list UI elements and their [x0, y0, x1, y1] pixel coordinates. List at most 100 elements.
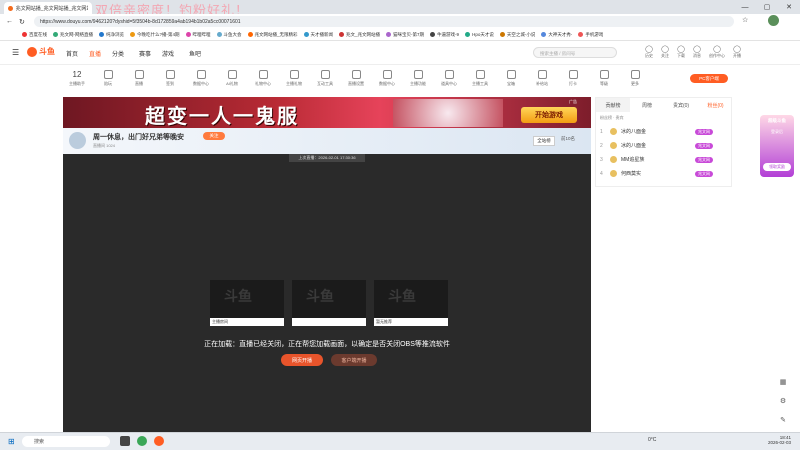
tool-icon[interactable]: ▦ — [780, 378, 787, 386]
close-icon[interactable]: ✕ — [778, 0, 800, 14]
feature-item[interactable]: 道具中心 — [435, 67, 463, 95]
bookmark-item[interactable]: 今晚吃什么?播-第4期 — [130, 32, 180, 38]
rank-row[interactable]: 1 冰的八面金 兆文网 — [596, 125, 733, 138]
video-player[interactable]: 上次直播：2026-02-01 17:30:36 斗鱼 主播房间 斗鱼 斗鱼 暂无推… — [63, 154, 591, 440]
user-nav-item[interactable]: ◯ 历史 — [645, 45, 653, 59]
maximize-icon[interactable]: ▢ — [756, 0, 778, 14]
star-icon[interactable]: ☆ — [742, 16, 748, 24]
url-field[interactable]: https://www.douyu.com/9462120?dyshid=5f3… — [34, 16, 734, 27]
user-nav-item[interactable]: ◯ 开播 — [733, 45, 741, 59]
nav-home[interactable]: 首页 — [66, 49, 78, 58]
bookmark-item[interactable]: 兆文_兆文网站播 — [339, 32, 380, 38]
tab-contribution[interactable]: 贡献榜 — [596, 98, 630, 112]
feature-item[interactable]: 数据中心 — [373, 67, 401, 95]
rank-name: 冰的八面金 — [621, 129, 647, 135]
browser-icon[interactable] — [137, 436, 147, 446]
client-live-button[interactable]: 客户端开播 — [331, 354, 377, 366]
rank-badge: 兆文网 — [695, 128, 713, 135]
widget-title: 超级斗鱼 — [768, 118, 786, 123]
bookmark-item[interactable]: 哔哩哔哩 — [185, 32, 211, 38]
start-icon[interactable]: ⊞ — [8, 437, 15, 446]
feature-item[interactable]: 主播功能 — [404, 67, 432, 95]
nav-games[interactable]: 游戏 — [162, 49, 174, 58]
feature-item[interactable]: 12 主播助手 — [63, 67, 91, 95]
menu-icon[interactable]: ☰ — [12, 48, 19, 57]
bookmark-item[interactable]: 兆文网站播_无限精彩 — [247, 32, 298, 38]
bookmark-item[interactable]: 手机游戏 — [578, 32, 603, 38]
feature-label: 数据中心 — [193, 81, 209, 86]
taskbar-search[interactable]: 搜索 — [22, 436, 110, 447]
promo-start-button[interactable]: 开始游戏 — [521, 107, 577, 123]
browser-tab[interactable]: 兆文网站播_兆文网站播_兆文网站 — [4, 2, 92, 14]
bookmark-item[interactable]: 斗鱼大会 — [216, 32, 242, 38]
promo-title: 超变一人一鬼服 — [145, 106, 299, 128]
recommend-card[interactable]: 斗鱼 主播房间 — [210, 280, 284, 326]
rank-button[interactable]: 全站榜 — [533, 136, 555, 146]
nav-live[interactable]: 直播 — [89, 49, 101, 58]
feature-item[interactable]: 等级 — [590, 67, 618, 95]
feature-item[interactable]: 礼物中心 — [249, 67, 277, 95]
user-nav-item[interactable]: ◯ 关注 — [661, 45, 669, 59]
nav-events[interactable]: 赛事 — [139, 49, 151, 58]
douyu-icon[interactable] — [154, 436, 164, 446]
reload-icon[interactable]: ↻ — [19, 18, 25, 26]
feature-item[interactable]: AI礼物 — [218, 67, 246, 95]
pc-client-button[interactable]: PC客户端 — [690, 74, 728, 83]
tab-fans[interactable]: 粉丝(0) — [698, 98, 733, 112]
web-live-button[interactable]: 网页开播 — [281, 354, 323, 366]
profile-avatar[interactable] — [768, 15, 779, 26]
floating-widget[interactable]: 超级斗鱼 登录后 领取奖励 — [760, 115, 794, 177]
bookmark-item[interactable]: 猫咪宝贝-第7期 — [386, 32, 424, 38]
follow-button[interactable]: 关注 — [203, 132, 225, 140]
feature-item[interactable]: 宝箱 — [497, 67, 525, 95]
widget-button[interactable]: 领取奖励 — [763, 163, 791, 171]
app-icon[interactable] — [120, 436, 130, 446]
tab-vip[interactable]: 贵宾(0) — [664, 98, 698, 112]
user-nav-item[interactable]: ◯ 下载 — [677, 45, 685, 59]
taskbar: ⊞ 搜索 0°C 18:41 2026-02-03 — [0, 432, 800, 450]
settings-icon[interactable]: ⚙ — [780, 397, 786, 405]
bookmark-item[interactable]: 兆文网-网络直播 — [53, 32, 93, 38]
bookmark-item[interactable]: 大神天才秀- — [541, 32, 572, 38]
bookmark-item[interactable]: 纯净浏览 — [99, 32, 124, 38]
feature-item[interactable]: 补给站 — [528, 67, 556, 95]
user-nav-item[interactable]: ◯ 消息 — [693, 45, 701, 59]
feature-item[interactable]: 数据中心 — [187, 67, 215, 95]
rank-row[interactable]: 3 MM追星族 兆文网 — [596, 153, 733, 166]
feature-item[interactable]: 直播 — [125, 67, 153, 95]
feature-label: 补给站 — [536, 81, 548, 86]
feature-item[interactable]: 主播礼物 — [280, 67, 308, 95]
feature-item[interactable]: 直播设置 — [342, 67, 370, 95]
tab-week[interactable]: 周榜 — [630, 98, 664, 112]
bookmark-item[interactable]: 百度在线 — [22, 32, 47, 38]
feature-label: 主播工具 — [472, 81, 488, 86]
feature-item[interactable]: 签到 — [156, 67, 184, 95]
nav-category[interactable]: 分类 — [112, 49, 124, 58]
bookmark-item[interactable]: Hpo天才说 — [465, 32, 494, 38]
rank-row[interactable]: 4 何西莫实 兆文网 — [596, 167, 733, 180]
feature-item[interactable]: 陪玩 — [94, 67, 122, 95]
bookmark-item[interactable]: 天才播新闻 — [303, 32, 333, 38]
feature-item[interactable]: 更多 — [621, 67, 649, 95]
edit-icon[interactable]: ✎ — [780, 416, 786, 424]
bookmark-item[interactable]: 天空之城-小说 — [499, 32, 535, 38]
rank-row[interactable]: 2 冰的八面金 兆文网 — [596, 139, 733, 152]
recommend-card[interactable]: 斗鱼 — [292, 280, 366, 326]
tab-favicon-icon — [8, 5, 13, 11]
feature-item[interactable]: 主播工具 — [466, 67, 494, 95]
nav-fishbar[interactable]: 鱼吧 — [189, 49, 201, 58]
recommend-card[interactable]: 斗鱼 暂无推荐 — [374, 280, 448, 326]
promo-banner[interactable]: 超变一人一鬼服 开始游戏 广告 — [63, 97, 591, 128]
streamer-avatar[interactable] — [69, 132, 86, 149]
back-icon[interactable]: ← — [6, 18, 13, 25]
user-nav-item[interactable]: ◯ 创作中心 — [709, 45, 725, 59]
clock[interactable]: 18:41 2026-02-03 — [768, 435, 791, 445]
minimize-icon[interactable]: — — [734, 0, 756, 14]
right-tools: ▦ ⚙ ✎ — [776, 372, 790, 430]
feature-icon — [289, 70, 299, 79]
site-logo[interactable]: 斗鱼 — [27, 46, 55, 57]
feature-item[interactable]: 打卡 — [559, 67, 587, 95]
feature-item[interactable]: 互动工具 — [311, 67, 339, 95]
site-search-input[interactable]: 搜索主播 / 房间号 — [533, 47, 617, 58]
bookmark-item[interactable]: 牛逼游戏-9 — [430, 32, 459, 38]
